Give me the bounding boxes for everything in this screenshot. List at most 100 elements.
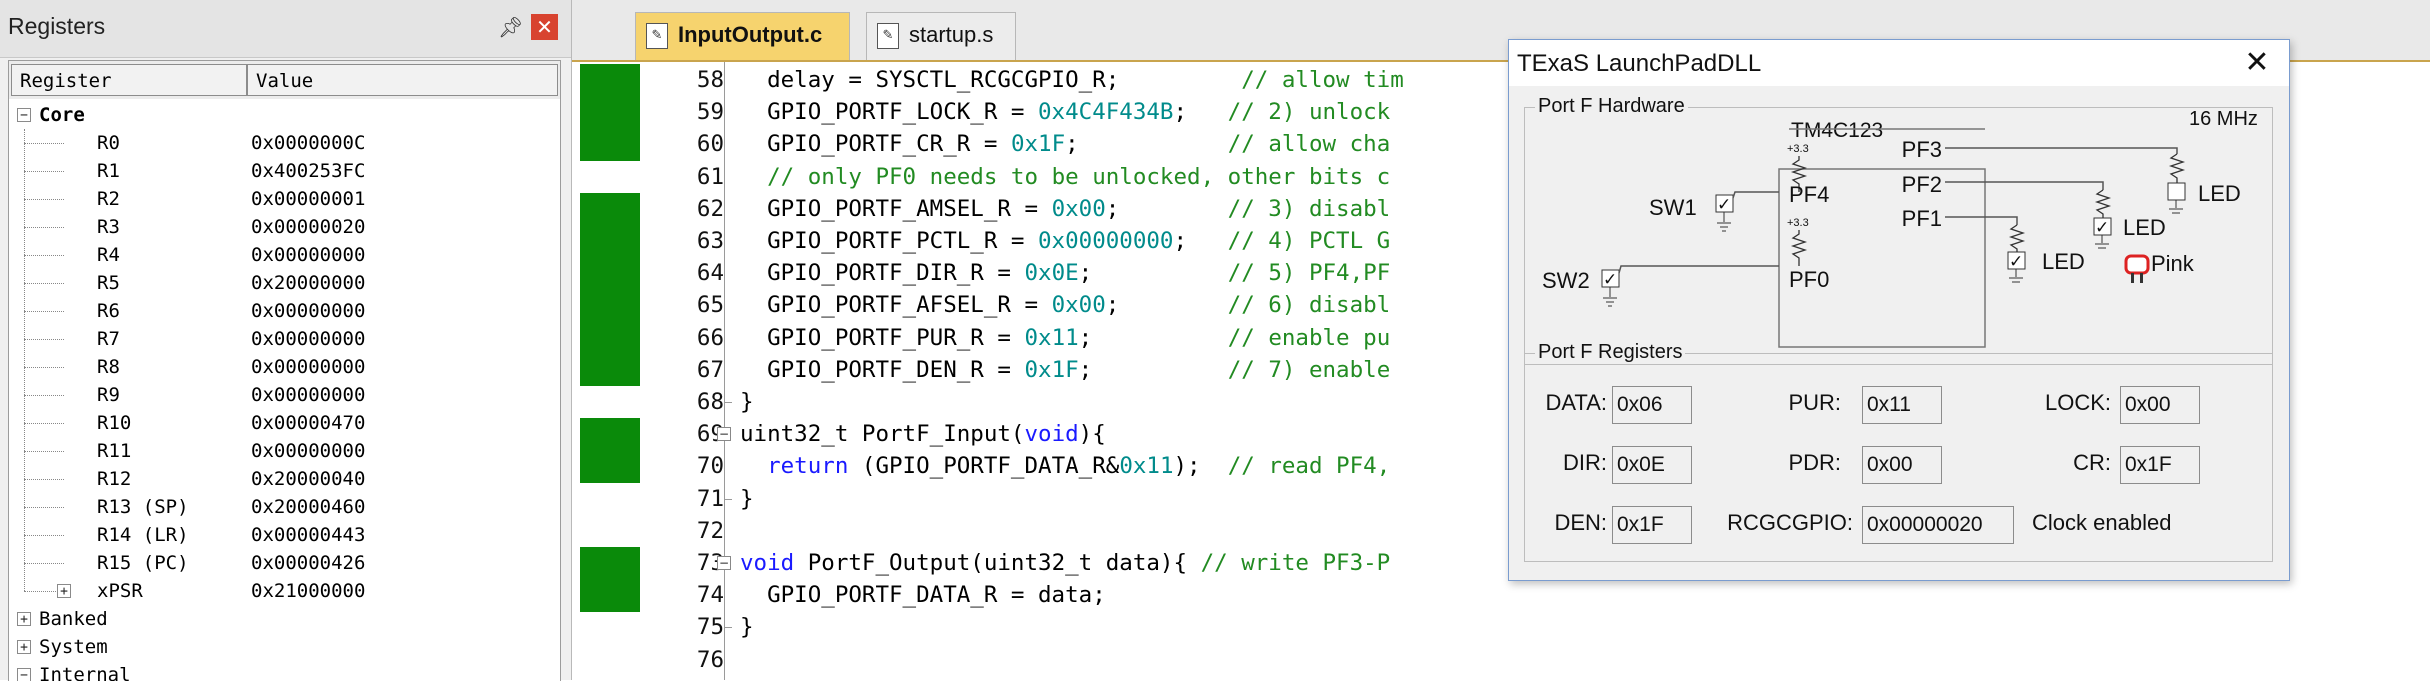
register-name: xPSR <box>97 580 143 602</box>
registers-panel: Registers 📌︎ ✕ Register Value − Core R0 0x0… <box>0 0 572 681</box>
check-icon: ✓ <box>2095 218 2109 237</box>
expand-icon[interactable]: + <box>17 640 31 654</box>
expand-icon[interactable]: + <box>57 584 71 598</box>
dir-field[interactable]: 0x0E <box>1612 446 1692 484</box>
register-value[interactable]: 0x00000000 <box>251 241 365 269</box>
tree-group-label: Core <box>39 104 85 126</box>
execution-marker <box>580 579 640 612</box>
line-number: 71 <box>696 485 724 512</box>
register-name: R6 <box>97 300 120 322</box>
execution-marker <box>580 257 640 290</box>
check-icon: ✓ <box>1603 270 1617 289</box>
code-text: GPIO_PORTF_AMSEL_R = 0x00; // 3) disabl <box>740 195 1391 222</box>
lock-label: LOCK: <box>2044 390 2111 415</box>
register-value[interactable]: 0x20000000 <box>251 269 365 297</box>
tab-startup[interactable]: ✎ startup.s <box>866 12 1016 60</box>
resistor-pf1 <box>2008 224 2026 253</box>
register-value[interactable]: 0x21000000 <box>251 577 365 605</box>
register-value[interactable]: 0x00000426 <box>251 549 365 577</box>
pur-field[interactable]: 0x11 <box>1862 386 1942 424</box>
rcgcgpio-label: RCGCGPIO: <box>1727 510 1853 535</box>
line-number: 74 <box>696 582 724 609</box>
expand-icon[interactable]: + <box>17 612 31 626</box>
registers-header: Register Value <box>9 61 560 99</box>
led-label: LED <box>2123 215 2166 240</box>
tree-guide-line <box>24 199 64 200</box>
line-number: 68 <box>696 389 724 415</box>
register-value[interactable]: 0x00000000 <box>251 325 365 353</box>
register-value[interactable]: 0x00000000 <box>251 353 365 381</box>
code-text: // only PF0 needs to be unlocked, other … <box>767 163 1391 190</box>
pur-label: PUR: <box>1788 390 1841 415</box>
code-text: delay = SYSCTL_RCGCGPIO_R; // allow tim <box>740 67 1404 93</box>
cr-field[interactable]: 0x1F <box>2120 446 2200 484</box>
pullup-resistor-pf0 <box>1790 230 1808 266</box>
tab-label: startup.s <box>909 22 994 47</box>
v33-label: +3.3 <box>1787 143 1809 155</box>
c-file-icon: ✎ <box>646 23 668 49</box>
pin-icon[interactable]: 📌︎ <box>498 14 523 40</box>
line-number: 72 <box>696 517 724 544</box>
data-field[interactable]: 0x06 <box>1612 386 1692 424</box>
sw2-label: SW2 <box>1542 268 1590 293</box>
resistor-pf2 <box>2094 189 2112 220</box>
register-value[interactable]: 0x00000000 <box>251 437 365 465</box>
close-icon[interactable]: ✕ <box>531 14 558 40</box>
led-pf3-checkbox <box>2167 182 2186 201</box>
column-header-register[interactable]: Register <box>11 64 247 96</box>
tree-guide-line <box>24 507 64 508</box>
collapse-icon[interactable]: − <box>17 108 31 122</box>
line-number: 63 <box>696 228 724 254</box>
register-name: R2 <box>97 188 120 210</box>
line-number: 61 <box>696 163 724 190</box>
register-value[interactable]: 0x400253FC <box>251 157 365 185</box>
tree-guide-line <box>24 367 64 368</box>
register-value[interactable]: 0x00000470 <box>251 409 365 437</box>
execution-marker <box>580 353 640 387</box>
register-name: R4 <box>97 244 120 266</box>
register-value[interactable]: 0x00000001 <box>251 185 365 213</box>
group-label: Port F Registers <box>1535 341 1686 364</box>
register-value[interactable]: 0x00000000 <box>251 297 365 325</box>
pin-pf0: PF0 <box>1789 267 1829 292</box>
register-value[interactable]: 0x20000460 <box>251 493 365 521</box>
code-text: return (GPIO_PORTF_DATA_R&0x11); // read… <box>767 453 1391 480</box>
tree-guide-line <box>24 591 60 592</box>
tree-group-label: System <box>39 636 108 658</box>
tree-guide-line <box>24 227 64 228</box>
den-field[interactable]: 0x1F <box>1612 506 1692 544</box>
register-value[interactable]: 0x0000000C <box>251 129 365 157</box>
tree-group-label: Internal <box>39 664 131 681</box>
line-number: 58 <box>696 67 724 93</box>
code-text: void PortF_Output(uint32_t data){ // wri… <box>740 550 1391 576</box>
asm-file-icon: ✎ <box>877 23 899 49</box>
code-text: GPIO_PORTF_DIR_R = 0x0E; // 5) PF4,PF <box>740 260 1391 287</box>
tab-inputoutput[interactable]: ✎ InputOutput.c <box>635 12 850 60</box>
fold-collapse-icon[interactable]: − <box>717 556 731 570</box>
register-value[interactable]: 0x00000020 <box>251 213 365 241</box>
line-number: 59 <box>696 99 724 126</box>
register-value[interactable]: 0x00000000 <box>251 381 365 409</box>
tree-guide-line <box>24 451 64 452</box>
rcgcgpio-field[interactable]: 0x00000020 <box>1862 506 2014 544</box>
collapse-icon[interactable]: − <box>17 668 31 681</box>
lock-field[interactable]: 0x00 <box>2120 386 2200 424</box>
column-header-value[interactable]: Value <box>247 64 558 96</box>
tree-guide-line <box>24 311 64 312</box>
v33-label: +3.3 <box>1787 217 1809 229</box>
execution-marker <box>580 225 640 258</box>
execution-marker <box>580 418 640 451</box>
clock-status: Clock enabled <box>2032 510 2172 535</box>
register-name: R3 <box>97 216 120 238</box>
code-text: GPIO_PORTF_DEN_R = 0x1F; // 7) enable <box>740 356 1391 383</box>
registers-tree: Register Value − Core R0 0x0000000C R1 0x4002… <box>8 60 561 681</box>
register-value[interactable]: 0x20000040 <box>251 465 365 493</box>
line-number: 62 <box>696 195 724 222</box>
data-label: DATA: <box>1545 390 1607 415</box>
pdr-field[interactable]: 0x00 <box>1862 446 1942 484</box>
led-indicator-icon <box>2124 254 2150 275</box>
register-name: R10 <box>97 412 132 434</box>
fold-collapse-icon[interactable]: − <box>717 427 731 442</box>
execution-marker <box>580 289 640 323</box>
register-value[interactable]: 0x00000443 <box>251 521 365 549</box>
